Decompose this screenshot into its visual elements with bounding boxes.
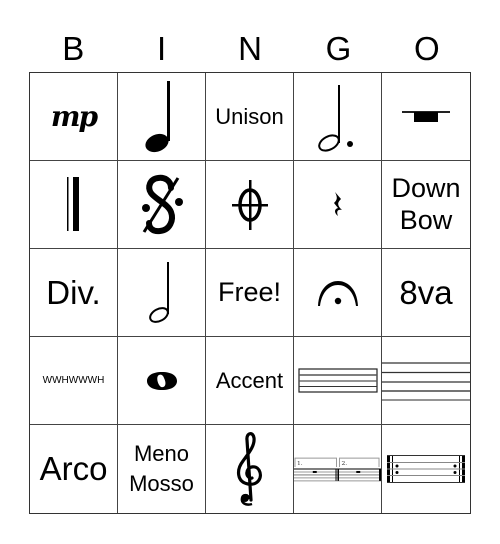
- cell-text: Div.: [46, 273, 101, 311]
- treble-clef-icon: [236, 432, 262, 506]
- quarter-note-icon: [144, 80, 170, 152]
- whole-note-icon: [146, 371, 177, 390]
- staff-small-icon: [297, 367, 378, 393]
- bingo-cell[interactable]: [118, 161, 206, 249]
- bingo-cell[interactable]: Down Bow: [382, 161, 470, 249]
- coda-icon: [231, 179, 268, 230]
- bingo-cell[interactable]: Arco: [30, 425, 118, 513]
- bingo-cell[interactable]: [118, 73, 206, 161]
- cell-text: WWHWWWH: [42, 374, 105, 386]
- segno-icon: [138, 174, 186, 236]
- bingo-cell[interactable]: [382, 73, 470, 161]
- bingo-header: B I N G O: [29, 26, 471, 72]
- repeat-signs-icon: [387, 455, 465, 483]
- bingo-cell[interactable]: [294, 161, 382, 249]
- bingo-cell[interactable]: [206, 425, 294, 513]
- ending-1-label: 1.: [297, 460, 303, 467]
- header-letter-b: B: [62, 30, 85, 67]
- header-letter-o: O: [413, 30, 440, 67]
- half-rest-icon: [402, 110, 450, 122]
- cell-text: Unison: [215, 103, 284, 129]
- bingo-cell[interactable]: [206, 161, 294, 249]
- bingo-cell[interactable]: 8va: [382, 249, 470, 337]
- bingo-cell[interactable]: mp: [30, 73, 118, 161]
- bingo-cell[interactable]: [294, 73, 382, 161]
- cell-text: Free!: [217, 276, 282, 307]
- bingo-cell[interactable]: Unison: [206, 73, 294, 161]
- dotted-half-note-icon: [317, 84, 353, 152]
- bingo-cell[interactable]: Div.: [30, 249, 118, 337]
- cell-text: Accent: [215, 367, 284, 393]
- bingo-cell[interactable]: Accent: [206, 337, 294, 425]
- bingo-cell[interactable]: [118, 337, 206, 425]
- header-letter-g: G: [325, 30, 352, 67]
- bingo-cell[interactable]: [30, 161, 118, 249]
- mezzo-piano-icon: mp: [50, 100, 98, 133]
- bingo-cell[interactable]: [382, 425, 470, 513]
- cell-text: Down Bow: [391, 173, 461, 235]
- bingo-cell[interactable]: [382, 337, 470, 425]
- header-letter-n: N: [238, 30, 262, 67]
- quarter-rest-icon: [333, 191, 342, 216]
- cell-text: 8va: [399, 273, 453, 311]
- ending-2-label: 2.: [341, 460, 347, 467]
- first-second-ending-icon: 1. 2.: [294, 457, 381, 482]
- cell-text: Meno Mosso: [129, 441, 194, 496]
- bingo-cell[interactable]: [118, 249, 206, 337]
- bingo-cell[interactable]: Free!: [206, 249, 294, 337]
- half-note-icon: [148, 261, 169, 323]
- cell-text: Arco: [39, 450, 108, 488]
- bingo-cell[interactable]: WWHWWWH: [30, 337, 118, 425]
- fermata-icon: [317, 280, 358, 306]
- bingo-cell[interactable]: [294, 337, 382, 425]
- final-barline-icon: [66, 176, 79, 231]
- header-letter-i: I: [157, 30, 167, 67]
- bingo-cell[interactable]: Meno Mosso: [118, 425, 206, 513]
- bingo-grid: mp Unison Down Bow Div. Free! 8va WWHWWW…: [29, 72, 471, 514]
- bingo-cell[interactable]: 1. 2.: [294, 425, 382, 513]
- staff-lines-icon: [382, 362, 470, 401]
- bingo-cell[interactable]: [294, 249, 382, 337]
